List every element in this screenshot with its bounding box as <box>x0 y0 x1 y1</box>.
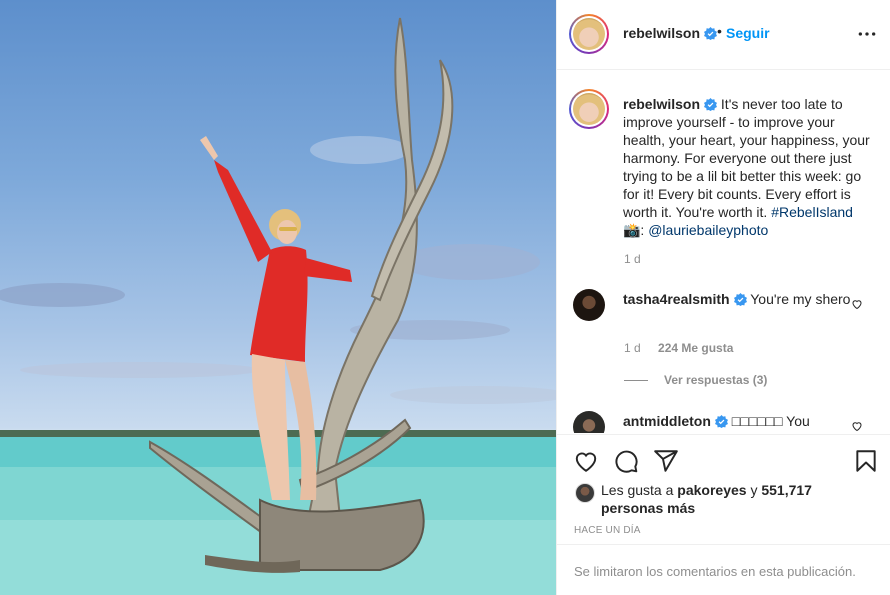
heart-icon[interactable] <box>573 448 599 474</box>
header-separator: • <box>717 23 722 39</box>
comment-text: □□□□□□ You <box>731 413 810 429</box>
caption-age: 1 d <box>624 252 641 266</box>
hashtag-link[interactable]: #RebelIsland <box>771 204 853 220</box>
author-username[interactable]: rebelwilson <box>623 25 718 41</box>
verified-badge-icon <box>704 27 718 40</box>
follow-button[interactable]: Seguir <box>726 25 770 41</box>
more-options-icon[interactable] <box>857 24 877 44</box>
commenter-avatar[interactable] <box>573 411 605 433</box>
share-icon[interactable] <box>653 448 679 474</box>
comment-username[interactable]: tasha4realsmith <box>623 291 730 307</box>
verified-badge-icon <box>704 98 718 111</box>
liker-avatar[interactable] <box>575 483 595 503</box>
comments-list[interactable]: rebelwilson It's never too late to impro… <box>557 71 890 433</box>
caption-username[interactable]: rebelwilson <box>623 96 700 112</box>
commenter-avatar[interactable] <box>573 289 605 321</box>
like-comment-heart-icon[interactable] <box>851 420 863 432</box>
comment-icon[interactable] <box>613 448 639 474</box>
comment-username[interactable]: antmiddleton <box>623 413 711 429</box>
comments-limited-notice: Se limitaron los comentarios en esta pub… <box>557 544 890 595</box>
comment-meta: 1 d 224 Me gusta <box>624 341 747 355</box>
post-header: rebelwilson • Seguir <box>557 0 890 70</box>
replies-divider <box>624 380 648 382</box>
post-timestamp[interactable]: HACE UN DÍA <box>574 525 641 536</box>
post-photo[interactable] <box>0 0 556 595</box>
comment-item: tasha4realsmith You're my shero <box>623 290 853 308</box>
caption-author-avatar[interactable] <box>569 89 609 129</box>
beach-scene-illustration <box>0 17 556 595</box>
bookmark-icon[interactable] <box>853 448 879 474</box>
post-caption: rebelwilson It's never too late to impro… <box>623 95 873 239</box>
liked-by-text: Les gusta a pakoreyes y 551,717 personas… <box>601 482 812 516</box>
author-avatar[interactable] <box>569 14 609 54</box>
liker-username[interactable]: pakoreyes <box>677 482 746 498</box>
photographer-link[interactable]: @lauriebaileyphoto <box>648 222 768 238</box>
post-detail-panel: rebelwilson • Seguir rebelwilson It's ne… <box>556 0 890 595</box>
view-replies-button[interactable]: Ver respuestas (3) <box>624 373 767 387</box>
like-comment-heart-icon[interactable] <box>851 298 863 310</box>
comment-item: antmiddleton □□□□□□ You <box>623 412 853 430</box>
post-actions-bar <box>557 434 890 484</box>
photo-credit-prefix: 📸: <box>623 222 645 238</box>
verified-badge-icon <box>733 293 747 306</box>
comment-text: You're my shero <box>750 291 851 307</box>
caption-text: It's never too late to improve yourself … <box>623 96 870 220</box>
verified-badge-icon <box>714 415 728 428</box>
comment-age: 1 d <box>624 341 641 355</box>
comment-likes[interactable]: 224 Me gusta <box>658 341 733 355</box>
